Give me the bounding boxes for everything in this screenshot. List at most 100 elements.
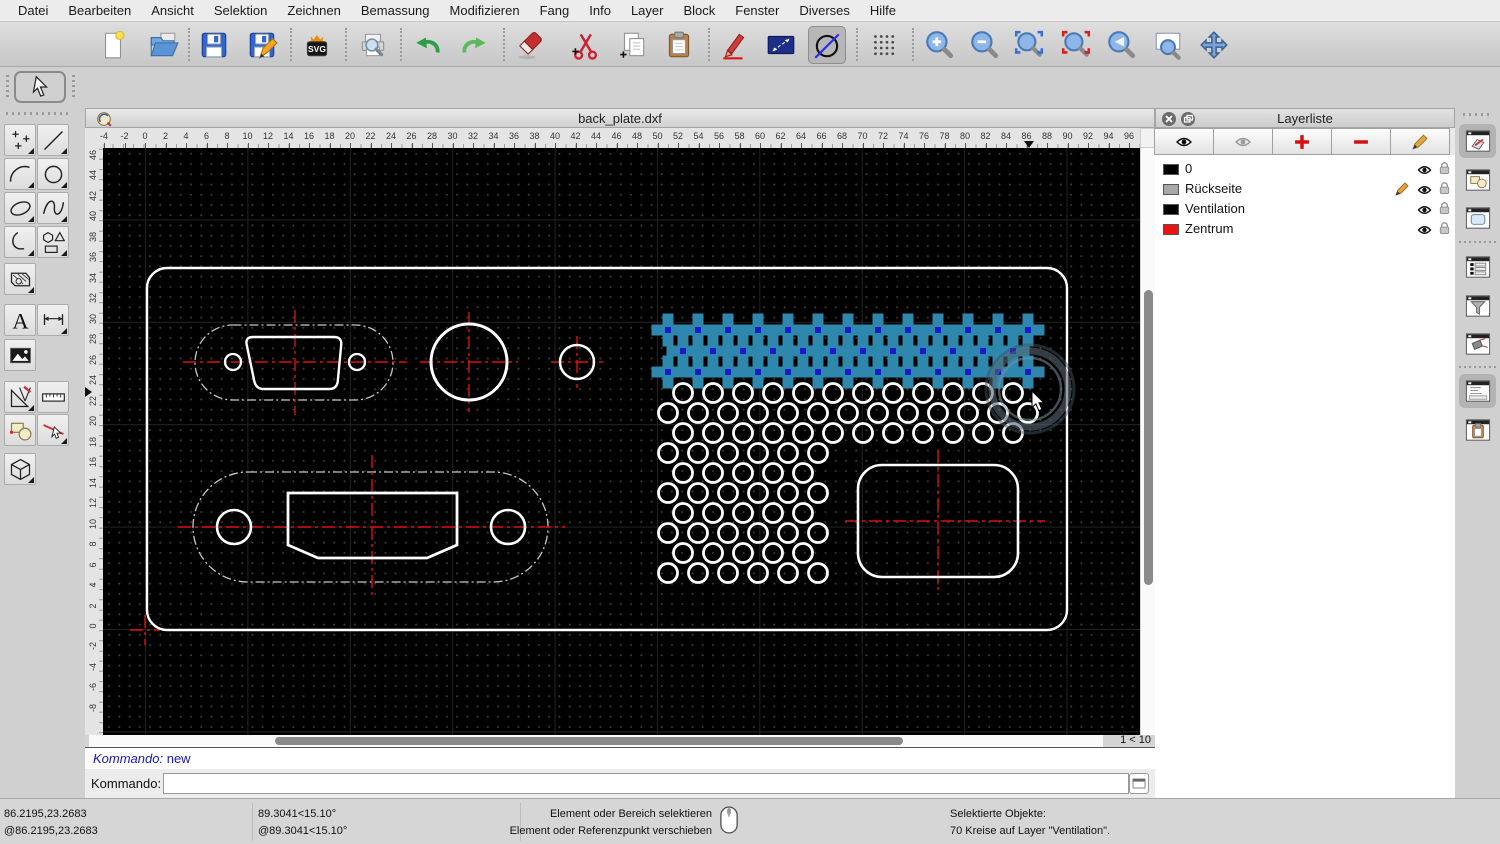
toolbar-open-file-button[interactable] bbox=[144, 26, 182, 64]
toolbar-zoom-previous-button[interactable] bbox=[1102, 26, 1140, 64]
vent-hole[interactable] bbox=[959, 404, 978, 423]
dock-views-button[interactable] bbox=[1459, 201, 1496, 235]
vent-hole[interactable] bbox=[794, 384, 813, 403]
command-input[interactable] bbox=[163, 773, 1129, 794]
vent-hole[interactable] bbox=[659, 524, 678, 543]
layer-visibility-icon[interactable] bbox=[1417, 162, 1432, 180]
vent-hole[interactable] bbox=[854, 384, 873, 403]
dock-filter-button[interactable] bbox=[1459, 289, 1496, 323]
toolbar-zoom-window-button[interactable] bbox=[1149, 26, 1187, 64]
vent-hole[interactable] bbox=[749, 444, 768, 463]
vent-hole[interactable] bbox=[779, 444, 798, 463]
vent-hole[interactable] bbox=[674, 464, 693, 483]
horizontal-scrollbar[interactable] bbox=[89, 735, 1103, 747]
vent-hole[interactable] bbox=[719, 484, 738, 503]
menu-item-12[interactable]: Diverses bbox=[789, 0, 860, 21]
tool-spline-button[interactable] bbox=[37, 192, 69, 224]
toolbar-paste-button[interactable] bbox=[660, 26, 698, 64]
toolbar-print-preview-button[interactable] bbox=[354, 26, 392, 64]
vent-hole[interactable] bbox=[869, 404, 888, 423]
menu-item-5[interactable]: Bemassung bbox=[351, 0, 440, 21]
vent-hole[interactable] bbox=[734, 504, 753, 523]
tool-image-button[interactable] bbox=[4, 339, 36, 371]
toolbar-dimension-button[interactable] bbox=[762, 26, 800, 64]
tool-ellipse-button[interactable] bbox=[4, 192, 36, 224]
vent-hole[interactable] bbox=[764, 424, 783, 443]
layer-toolbar-eye-grey-button[interactable] bbox=[1213, 128, 1273, 155]
menu-item-13[interactable]: Hilfe bbox=[860, 0, 906, 21]
tool-polyline-button[interactable] bbox=[4, 226, 36, 258]
layer-lock-icon[interactable] bbox=[1438, 181, 1451, 200]
vent-hole[interactable] bbox=[704, 504, 723, 523]
vent-hole[interactable] bbox=[749, 404, 768, 423]
layer-row[interactable]: Rückseite bbox=[1155, 179, 1455, 199]
toolbar-delete-button[interactable] bbox=[511, 26, 549, 64]
toolbar-cut-button[interactable] bbox=[566, 26, 604, 64]
vent-hole[interactable] bbox=[749, 484, 768, 503]
toolbar-grid-dots-button[interactable] bbox=[865, 26, 903, 64]
tool-dim-button[interactable] bbox=[37, 304, 69, 336]
vent-hole[interactable] bbox=[809, 484, 828, 503]
vent-hole[interactable] bbox=[779, 484, 798, 503]
menu-item-3[interactable]: Selektion bbox=[204, 0, 277, 21]
menu-item-10[interactable]: Block bbox=[673, 0, 725, 21]
layer-visibility-icon[interactable] bbox=[1417, 202, 1432, 220]
vent-hole[interactable] bbox=[659, 564, 678, 583]
vent-hole[interactable] bbox=[764, 504, 783, 523]
toolbar-copy-button[interactable] bbox=[614, 26, 652, 64]
drawing-canvas[interactable] bbox=[103, 148, 1140, 735]
vent-hole[interactable] bbox=[689, 404, 708, 423]
layer-toolbar-minus-button[interactable] bbox=[1331, 128, 1391, 155]
layer-lock-icon[interactable] bbox=[1438, 161, 1451, 180]
menu-item-0[interactable]: Datei bbox=[8, 0, 58, 21]
dock-blocklist-button[interactable] bbox=[1459, 163, 1496, 197]
vent-hole[interactable] bbox=[824, 384, 843, 403]
vent-hole[interactable] bbox=[704, 464, 723, 483]
toolbar-zoom-out-button[interactable] bbox=[965, 26, 1003, 64]
vent-hole[interactable] bbox=[779, 524, 798, 543]
dock-command-button[interactable] bbox=[1459, 374, 1496, 408]
palette-handle[interactable] bbox=[6, 112, 70, 115]
vent-hole[interactable] bbox=[749, 524, 768, 543]
vent-hole[interactable] bbox=[734, 464, 753, 483]
vent-hole[interactable] bbox=[674, 544, 693, 563]
vent-hole[interactable] bbox=[719, 564, 738, 583]
vent-hole[interactable] bbox=[659, 444, 678, 463]
tool-line-button[interactable] bbox=[37, 124, 69, 156]
tool-shapes-button[interactable] bbox=[37, 226, 69, 258]
menu-item-2[interactable]: Ansicht bbox=[141, 0, 204, 21]
menu-item-9[interactable]: Layer bbox=[621, 0, 674, 21]
toolbar-circle-line-button[interactable] bbox=[808, 26, 846, 64]
toolbar-zoom-in-button[interactable] bbox=[920, 26, 958, 64]
vent-hole[interactable] bbox=[674, 504, 693, 523]
vent-hole[interactable] bbox=[719, 404, 738, 423]
vent-hole[interactable] bbox=[884, 424, 903, 443]
vent-hole[interactable] bbox=[794, 424, 813, 443]
tool-arc-button[interactable] bbox=[4, 158, 36, 190]
vent-hole[interactable] bbox=[689, 444, 708, 463]
dsub-connector[interactable] bbox=[246, 337, 341, 389]
layer-panel-titlebar[interactable]: Layerliste bbox=[1155, 108, 1455, 128]
vent-hole[interactable] bbox=[914, 424, 933, 443]
dock-layerlist-button[interactable] bbox=[1459, 124, 1496, 158]
tool-solid-button[interactable] bbox=[4, 453, 36, 485]
command-window-toggle-button[interactable] bbox=[1129, 773, 1149, 794]
tool-misc-draw-button[interactable] bbox=[4, 381, 36, 413]
layer-row[interactable]: Zentrum bbox=[1155, 219, 1455, 239]
vent-hole[interactable] bbox=[914, 384, 933, 403]
vent-hole[interactable] bbox=[719, 444, 738, 463]
menu-item-7[interactable]: Fang bbox=[530, 0, 580, 21]
layer-lock-icon[interactable] bbox=[1438, 201, 1451, 220]
vent-hole[interactable] bbox=[659, 404, 678, 423]
vent-hole[interactable] bbox=[704, 384, 723, 403]
vent-hole[interactable] bbox=[704, 544, 723, 563]
layer-row[interactable]: Ventilation bbox=[1155, 199, 1455, 219]
vent-hole[interactable] bbox=[854, 424, 873, 443]
toolbar-zoom-selection-button[interactable] bbox=[1057, 26, 1095, 64]
vent-hole[interactable] bbox=[674, 384, 693, 403]
toolbar-svg-export-button[interactable]: SVG bbox=[298, 26, 336, 64]
layer-toolbar-plus-button[interactable] bbox=[1272, 128, 1332, 155]
horizontal-scrollbar-thumb[interactable] bbox=[275, 737, 903, 745]
vent-hole[interactable] bbox=[689, 524, 708, 543]
vent-hole[interactable] bbox=[689, 484, 708, 503]
